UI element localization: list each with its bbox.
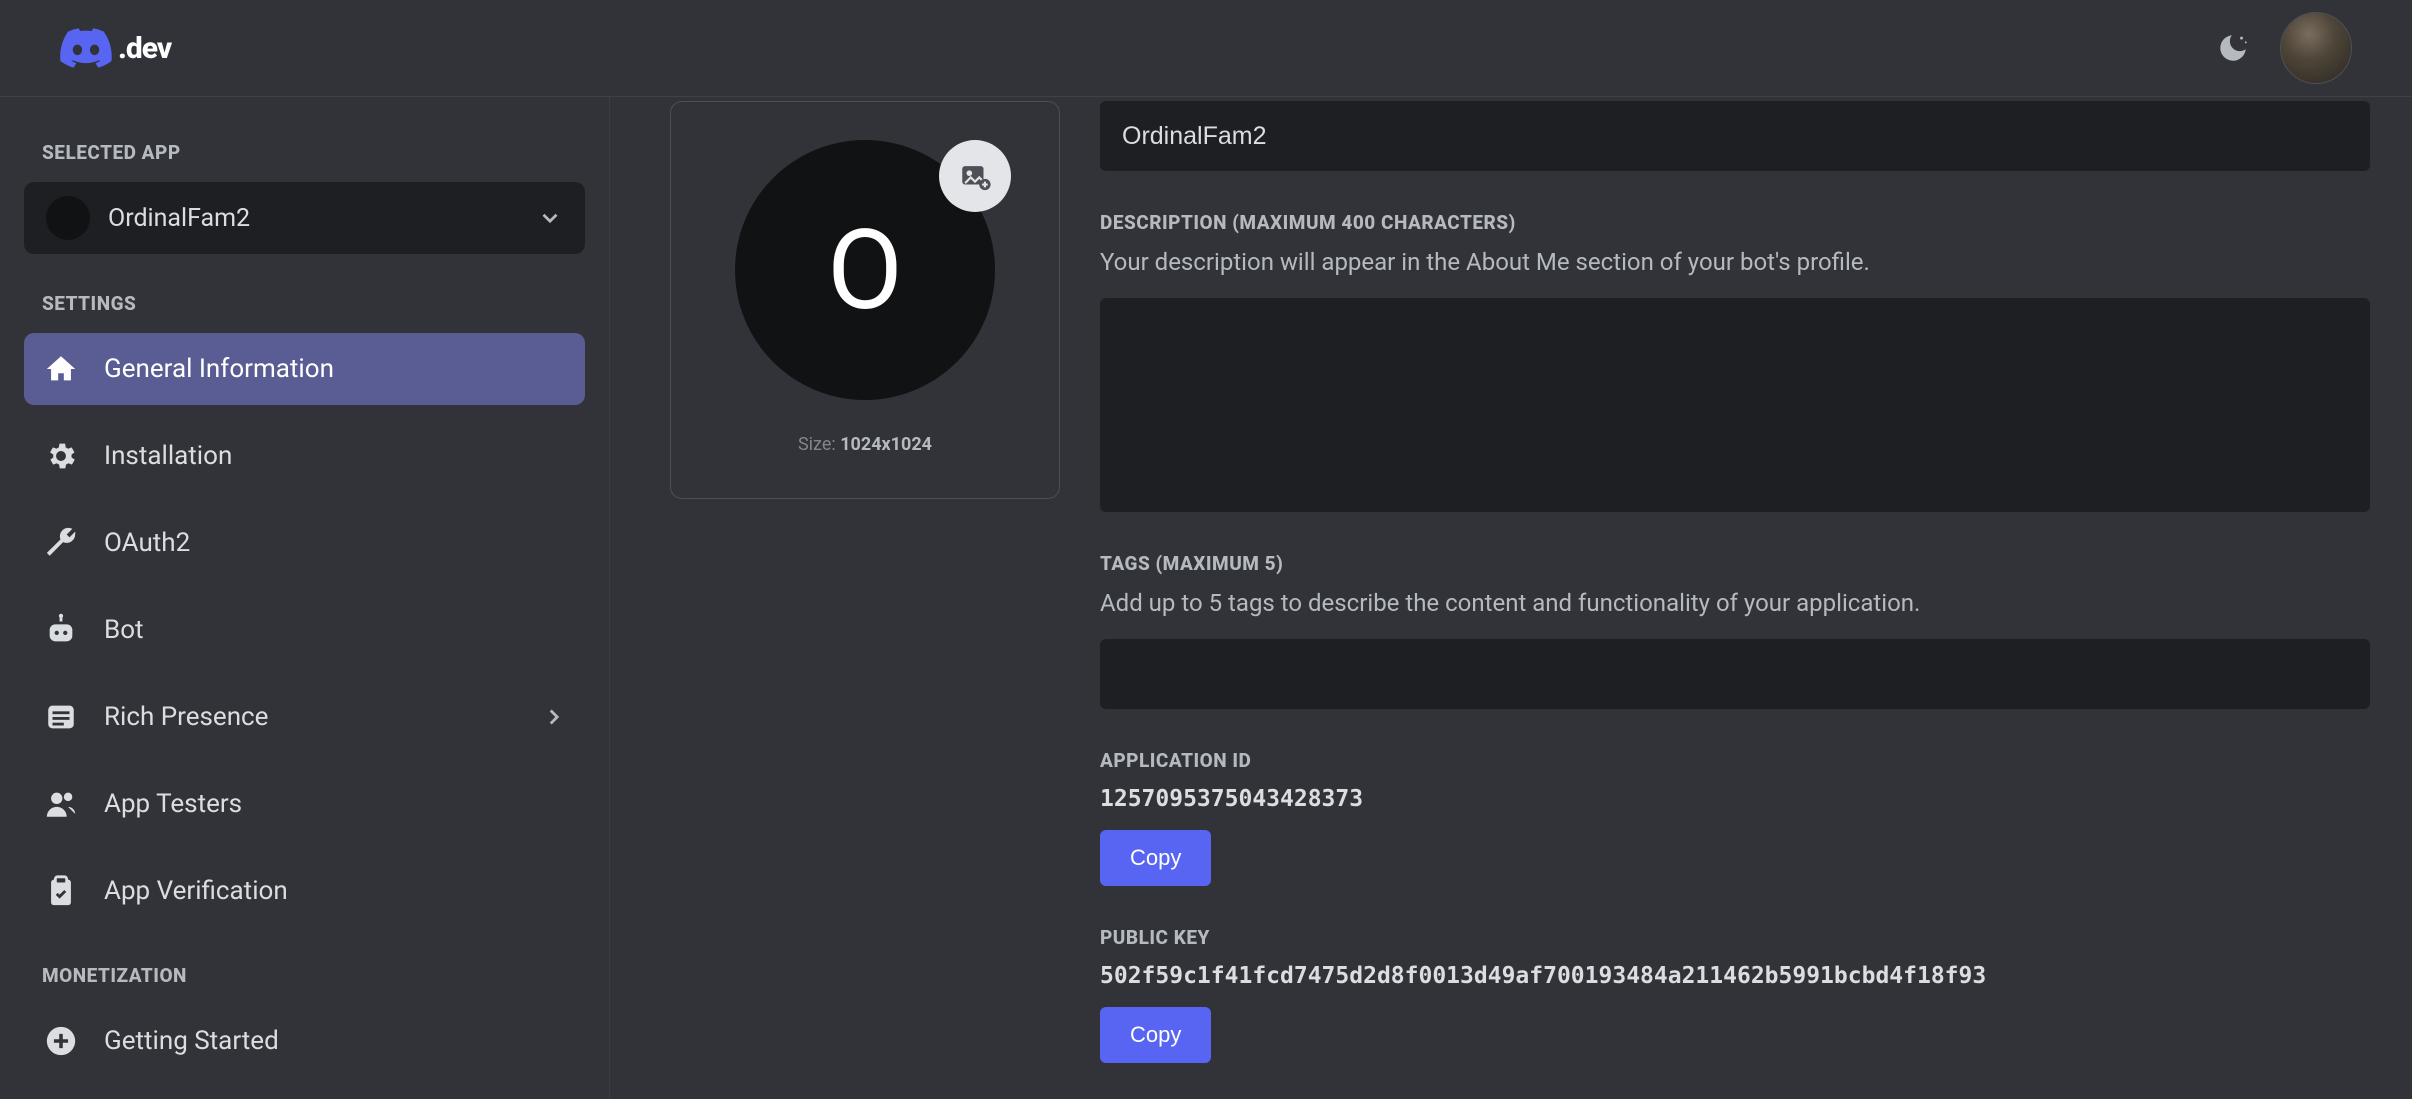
sidebar-item-label: OAuth2 [104,528,567,558]
chevron-right-icon [541,704,567,730]
sidebar-item-label: App Verification [104,876,567,906]
description-sublabel: Your description will appear in the Abou… [1100,248,2370,276]
robot-icon [42,611,80,649]
description-textarea[interactable] [1100,298,2370,512]
app-icon-card: O Size: 1024x1024 [670,101,1060,499]
application-id-label: APPLICATION ID [1100,749,2370,772]
users-icon [42,785,80,823]
main: SELECTED APP OrdinalFam2 SETTINGS Genera… [0,97,2412,1099]
sidebar-item-label: Bot [104,615,567,645]
list-icon [42,698,80,736]
sidebar-item-label: General Information [104,354,567,384]
selected-app-heading: SELECTED APP [42,141,585,164]
sidebar-item-label: Getting Started [104,1026,567,1056]
copy-public-key-button[interactable]: Copy [1100,1007,1211,1063]
size-prefix: Size: [798,434,840,455]
upload-image-button[interactable] [939,140,1011,212]
tags-label: TAGS (MAXIMUM 5) [1100,552,2370,575]
sidebar-item-installation[interactable]: Installation [24,420,585,492]
general-info-form: DESCRIPTION (MAXIMUM 400 CHARACTERS) You… [1100,97,2370,1099]
home-icon [42,350,80,388]
discord-logo-icon [60,28,112,68]
app-name-input[interactable] [1100,101,2370,171]
tags-input[interactable] [1100,639,2370,709]
app-icon-initial: O [827,206,903,335]
gear-icon [42,437,80,475]
sidebar-item-getting-started[interactable]: Getting Started [24,1005,585,1077]
sidebar-item-label: Rich Presence [104,702,517,732]
sidebar-item-app-verification[interactable]: App Verification [24,855,585,927]
logo-text: .dev [118,31,171,66]
content: O Size: 1024x1024 DESCRIPTION (MAXI [610,97,2412,1099]
sidebar: SELECTED APP OrdinalFam2 SETTINGS Genera… [0,97,610,1099]
sidebar-item-general-information[interactable]: General Information [24,333,585,405]
theme-toggle-icon[interactable] [2216,31,2250,65]
public-key-label: PUBLIC KEY [1100,926,2370,949]
chevron-down-icon [537,205,563,231]
sidebar-item-label: Installation [104,441,567,471]
copy-application-id-button[interactable]: Copy [1100,830,1211,886]
upload-image-icon [958,159,992,193]
app-avatar-icon [46,196,90,240]
public-key-value: 502f59c1f41fcd7475d2d8f0013d49af70019348… [1100,963,2370,989]
size-value: 1024x1024 [840,434,932,455]
user-avatar[interactable] [2280,12,2352,84]
app-icon-preview[interactable]: O [735,140,995,400]
plus-circle-icon [42,1022,80,1060]
logo[interactable]: .dev [60,28,171,68]
sidebar-item-oauth2[interactable]: OAuth2 [24,507,585,579]
app-icon-size-label: Size: 1024x1024 [798,434,932,455]
description-label: DESCRIPTION (MAXIMUM 400 CHARACTERS) [1100,211,2370,234]
tags-sublabel: Add up to 5 tags to describe the content… [1100,589,2370,617]
sidebar-item-rich-presence[interactable]: Rich Presence [24,681,585,753]
clipboard-icon [42,872,80,910]
topbar: .dev [0,0,2412,97]
sidebar-item-bot[interactable]: Bot [24,594,585,666]
topbar-right [2216,12,2352,84]
sidebar-item-label: App Testers [104,789,567,819]
application-id-value: 1257095375043428373 [1100,786,2370,812]
wrench-icon [42,524,80,562]
settings-heading: SETTINGS [42,292,585,315]
app-selector[interactable]: OrdinalFam2 [24,182,585,254]
app-selector-name: OrdinalFam2 [108,204,519,233]
sidebar-item-app-testers[interactable]: App Testers [24,768,585,840]
monetization-heading: MONETIZATION [42,964,585,987]
